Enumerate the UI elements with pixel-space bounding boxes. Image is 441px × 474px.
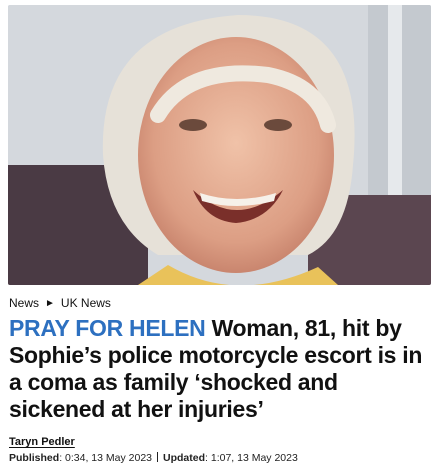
breadcrumb-news-link[interactable]: News	[9, 296, 39, 310]
breadcrumb-uk-news-link[interactable]: UK News	[61, 296, 111, 310]
published-label: Published	[9, 452, 60, 464]
article-hero-image[interactable]	[8, 5, 431, 285]
article-page: News ► UK News PRAY FOR HELEN Woman, 81,…	[0, 0, 441, 474]
breadcrumb: News ► UK News	[9, 295, 111, 311]
updated-value: : 1:07, 13 May 2023	[205, 452, 298, 464]
article-timestamps: Published: 0:34, 13 May 2023 Updated: 1:0…	[9, 452, 439, 464]
updated-label: Updated	[163, 452, 206, 464]
headline-kicker: PRAY FOR HELEN	[9, 315, 206, 341]
article-headline: PRAY FOR HELEN Woman, 81, hit by Sophie’…	[9, 315, 434, 423]
hero-photo	[8, 5, 431, 285]
chevron-right-icon: ►	[45, 297, 55, 309]
author-link[interactable]: Taryn Pedler	[9, 436, 75, 448]
published-value: : 0:34, 13 May 2023	[59, 452, 153, 464]
timestamp-divider	[157, 452, 159, 462]
